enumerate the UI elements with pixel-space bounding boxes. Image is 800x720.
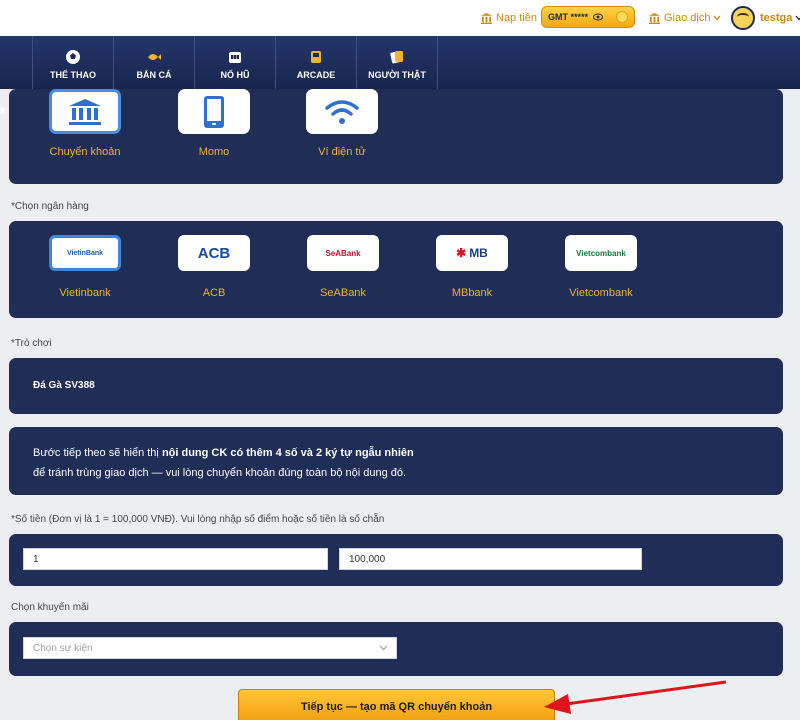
- bank-logo[interactable]: Vietcombank: [565, 235, 637, 271]
- method-label: Momo: [198, 146, 230, 158]
- method-momo[interactable]: Momo: [178, 89, 250, 158]
- tab-label: BẮN CÁ: [136, 70, 172, 80]
- bank-acb[interactable]: ACB ACB: [178, 235, 250, 299]
- game-panel[interactable]: Đá Gà SV388: [9, 358, 783, 414]
- trade-label: Giao dịch: [664, 12, 711, 24]
- tab-ban-ca[interactable]: BẮN CÁ: [114, 36, 194, 89]
- game-section-label: *Trò chơi: [11, 338, 52, 349]
- bank-icon: [481, 12, 492, 24]
- promo-select[interactable]: Chọn sự kiện: [23, 637, 397, 659]
- chevron-down-icon: [795, 15, 800, 21]
- game-value: Đá Gà SV388: [33, 380, 95, 391]
- playing-cards-icon: [390, 51, 403, 64]
- method-label: Chuyển khoản: [49, 146, 121, 158]
- method-label: Ví điện tử: [318, 146, 366, 158]
- bank-section-label: *Chọn ngân hàng: [11, 201, 89, 212]
- tab-label: NỔ HŨ: [220, 70, 250, 80]
- slot-machine-icon: [229, 52, 241, 63]
- bank-vietinbank[interactable]: VietinBank Vietinbank: [49, 235, 121, 299]
- tab-label: ARCADE: [296, 70, 336, 80]
- note-line-1: Bước tiếp theo sẽ hiển thị nội dung CK c…: [33, 447, 414, 459]
- star-icon: ✱: [456, 246, 467, 260]
- avatar: [731, 6, 755, 30]
- gmt-balance[interactable]: GMT *****: [541, 6, 635, 28]
- bank-logo-text: SeABank: [325, 248, 361, 258]
- bank-building-icon: [69, 98, 101, 125]
- bank-logo[interactable]: ✱ MB: [436, 235, 508, 271]
- continue-qr-button[interactable]: Tiếp tục — tạo mã QR chuyển khoản: [238, 689, 555, 720]
- promo-placeholder: Chọn sự kiện: [33, 642, 93, 654]
- promo-panel: Chọn sự kiện: [9, 622, 783, 676]
- method-chuyen-khoan[interactable]: Chuyển khoản: [49, 89, 121, 158]
- refresh-icon[interactable]: [616, 11, 628, 23]
- deposit-link[interactable]: Nạp tiền: [481, 0, 537, 36]
- bank-logo-text: MB: [469, 246, 488, 260]
- method-vi-dien-tu[interactable]: Ví điện tử: [306, 89, 378, 158]
- bank-logo-text: ACB: [197, 244, 231, 262]
- fish-icon: [148, 54, 161, 60]
- nav-divider: [437, 36, 438, 89]
- bank-panel: VietinBank Vietinbank ACB ACB SeABank Se…: [9, 221, 783, 318]
- chevron-down-icon: [713, 15, 721, 21]
- bank-label: Vietinbank: [59, 287, 111, 299]
- top-bar: Nạp tiền GMT ***** Giao dịch testga: [0, 0, 800, 36]
- bank-logo[interactable]: VietinBank: [49, 235, 121, 271]
- note-line-2: để tránh trùng giao dịch — vui lòng chuy…: [33, 467, 407, 479]
- payment-methods-panel: Chuyển khoản Momo Ví điện tử: [9, 89, 783, 184]
- tab-the-thao[interactable]: THỂ THAO: [33, 36, 113, 89]
- arcade-icon: [311, 51, 321, 63]
- tab-no-hu[interactable]: NỔ HŨ: [195, 36, 275, 89]
- bank-logo-text: Vietcombank: [576, 248, 626, 258]
- tab-label: NGƯỜI THẬT: [368, 70, 426, 80]
- wifi-icon: [325, 99, 359, 124]
- bank-label: SeABank: [320, 287, 366, 299]
- method-tile[interactable]: [306, 89, 378, 134]
- chevron-down-icon: [379, 645, 388, 651]
- bank-seabank[interactable]: SeABank SeABank: [307, 235, 379, 299]
- amount-points-input[interactable]: 1: [23, 548, 328, 570]
- bank-logo-text: VietinBank: [66, 249, 104, 257]
- mobile-phone-icon: [204, 95, 224, 128]
- bank-mbbank[interactable]: ✱ MB MBbank: [436, 235, 508, 299]
- gmt-label: GMT *****: [548, 12, 589, 22]
- trade-menu[interactable]: Giao dịch: [649, 0, 721, 36]
- bank-logo[interactable]: ACB: [178, 235, 250, 271]
- bank-label: MBbank: [451, 287, 493, 299]
- amount-vnd-input[interactable]: 100,000: [339, 548, 642, 570]
- method-tile[interactable]: [178, 89, 250, 134]
- note-emphasis: nội dung CK có thêm 4 số và 2 ký tự ngẫu…: [161, 447, 414, 459]
- main-nav: 8 THỂ THAO BẮN CÁ NỔ HŨ ARCADE NGƯỜI THẬ…: [0, 36, 800, 116]
- eye-icon[interactable]: [593, 13, 604, 21]
- amount-panel: 1 100,000: [9, 534, 783, 586]
- nav-partial-tab[interactable]: 8: [0, 106, 5, 116]
- bank-vietcombank[interactable]: Vietcombank Vietcombank: [565, 235, 637, 299]
- bank-label: Vietcombank: [569, 287, 633, 299]
- username: testga: [760, 12, 793, 24]
- bank-label: ACB: [202, 287, 226, 299]
- bank-icon: [649, 12, 660, 24]
- promo-section-label: Chọn khuyến mãi: [11, 602, 89, 613]
- tab-label: THỂ THAO: [50, 70, 96, 80]
- note-prefix: Bước tiếp theo sẽ hiển thị: [33, 447, 162, 459]
- tab-nguoi-that[interactable]: NGƯỜI THẬT: [357, 36, 437, 89]
- user-menu[interactable]: testga: [731, 0, 800, 36]
- tab-arcade[interactable]: ARCADE: [276, 36, 356, 89]
- soccer-ball-icon: [66, 50, 80, 64]
- method-tile[interactable]: [49, 89, 121, 134]
- bank-logo[interactable]: SeABank: [307, 235, 379, 271]
- deposit-label: Nạp tiền: [496, 12, 537, 24]
- amount-section-label: *Số tiền (Đơn vị là 1 = 100,000 VNĐ). Vu…: [11, 514, 385, 525]
- info-note-panel: Bước tiếp theo sẽ hiển thị nội dung CK c…: [9, 427, 783, 495]
- continue-label: Tiếp tục — tạo mã QR chuyển khoản: [300, 700, 493, 713]
